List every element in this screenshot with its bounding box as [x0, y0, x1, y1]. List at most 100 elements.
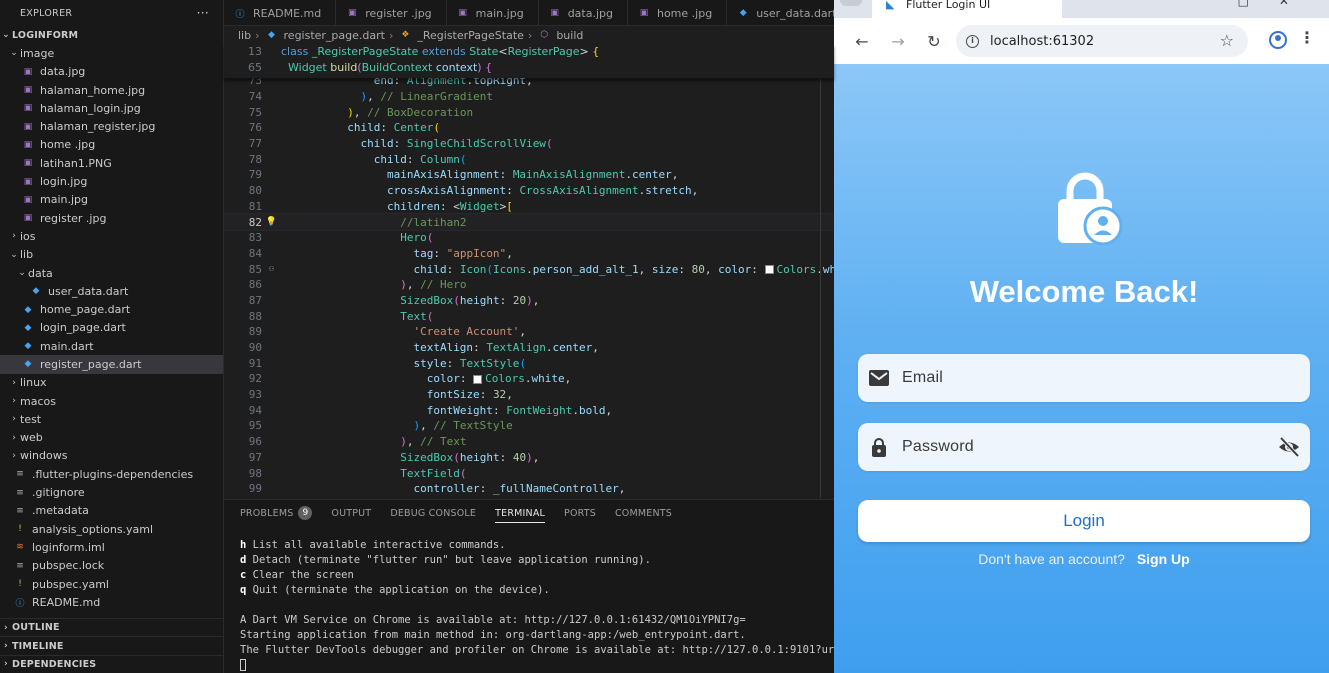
tree-item[interactable]: ▣ halaman_home.jpg: [0, 81, 223, 99]
breadcrumb-method[interactable]: build: [556, 29, 583, 42]
tab-ports[interactable]: PORTS: [564, 500, 596, 526]
breadcrumb-lib[interactable]: lib: [238, 29, 251, 42]
tree-item-label: README.md: [32, 595, 101, 609]
code-line: 87 SizedBox(height: 20),: [224, 293, 834, 309]
login-button[interactable]: Login: [858, 500, 1310, 542]
tree-item[interactable]: ▣ data.jpg: [0, 63, 223, 81]
terminal-prompt[interactable]: [240, 658, 834, 673]
site-info-icon[interactable]: i: [966, 34, 979, 48]
tree-item-label: user_data.dart: [48, 284, 129, 298]
profile-icon[interactable]: [1269, 31, 1287, 49]
tree-item-label: pubspec.yaml: [32, 577, 109, 591]
browser-tab[interactable]: ◣ Flutter Login UI: [872, 0, 1062, 18]
user-icon[interactable]: ⚇: [262, 264, 281, 274]
tree-item-label: home_page.dart: [40, 303, 131, 317]
bookmark-star-icon[interactable]: ☆: [1220, 31, 1234, 50]
tree-item[interactable]: ◆ register_page.dart: [0, 355, 223, 374]
tab-terminal[interactable]: TERMINAL: [495, 500, 545, 526]
terminal-line: The Flutter DevTools debugger and profil…: [240, 643, 866, 658]
tab-problems[interactable]: PROBLEMS 9: [240, 500, 313, 526]
editor-tab[interactable]: ▣ home .jpg: [628, 0, 728, 25]
editor-tab[interactable]: ▣ data.jpg: [539, 0, 628, 25]
tree-item[interactable]: ! analysis_options.yaml: [0, 520, 223, 538]
tree-item[interactable]: ◆ home_page.dart: [0, 300, 223, 318]
code-line: 84 tag: "appIcon",: [224, 246, 834, 262]
tree-item-label: linux: [20, 376, 47, 390]
visibility-off-icon[interactable]: [1278, 436, 1300, 458]
sidebar-sections: › OUTLINE › TIMELINE › DEPENDENCIES: [0, 618, 223, 673]
tree-item[interactable]: › linux: [0, 374, 223, 392]
editor-tab[interactable]: ⓘ README.md: [224, 0, 337, 25]
code-line: 75 ), // BoxDecoration: [224, 104, 834, 120]
image-file-icon: ▣: [23, 85, 33, 96]
password-label: Password: [902, 438, 974, 455]
line-number: 96: [248, 435, 262, 449]
tree-item[interactable]: › test: [0, 410, 223, 428]
tab-output[interactable]: OUTPUT: [331, 500, 371, 526]
address-bar[interactable]: i localhost:61302 ☆: [956, 25, 1248, 57]
editor-tab[interactable]: ▣ register .jpg: [336, 0, 447, 25]
editor-tab[interactable]: ◆ user_data.dart: [727, 0, 834, 25]
tree-item[interactable]: ▣ register .jpg: [0, 209, 223, 227]
line-number: 88: [248, 309, 262, 323]
tree-item[interactable]: ≡ pubspec.lock: [0, 557, 223, 575]
tree-item[interactable]: ≡ .metadata: [0, 502, 223, 520]
section-timeline[interactable]: › TIMELINE: [0, 636, 223, 654]
tree-item[interactable]: › web: [0, 429, 223, 447]
terminal-output[interactable]: h List all available interactive command…: [224, 526, 866, 673]
reload-icon[interactable]: ↻: [916, 32, 952, 51]
tree-item[interactable]: ▣ home .jpg: [0, 136, 223, 154]
tree-item[interactable]: › ios: [0, 227, 223, 245]
tree-item[interactable]: › windows: [0, 447, 223, 465]
tree-item[interactable]: ⌄ image: [0, 44, 223, 62]
back-icon[interactable]: ←: [844, 32, 880, 51]
terminal-line: q Quit (terminate the application on the…: [240, 583, 834, 598]
section-outline[interactable]: › OUTLINE: [0, 618, 223, 636]
editor-tab-label: data.jpg: [567, 6, 613, 20]
tree-item[interactable]: ▣ halaman_register.jpg: [0, 117, 223, 135]
tree-item[interactable]: ≋ loginform.iml: [0, 538, 223, 556]
tab-debug-console[interactable]: DEBUG CONSOLE: [390, 500, 476, 526]
breadcrumb-file[interactable]: register_page.dart: [284, 29, 385, 42]
browser-toolbar: ← → ↻ i localhost:61302 ☆ ⋮: [834, 18, 1329, 64]
code-line: 93 fontSize: 32,: [224, 387, 834, 403]
code-editor[interactable]: 73 end: Alignment.topRight, 74 ), // Line…: [224, 44, 834, 499]
tree-item[interactable]: ▣ main.jpg: [0, 191, 223, 209]
lightbulb-icon[interactable]: 💡: [262, 217, 281, 227]
code-line: 94 fontWeight: FontWeight.bold,: [224, 402, 834, 418]
chevron-right-icon: ›: [527, 28, 533, 42]
tree-item[interactable]: ▣ login.jpg: [0, 172, 223, 190]
password-field[interactable]: Password: [858, 423, 1310, 471]
image-file-icon: ▣: [23, 139, 33, 150]
breadcrumb-class[interactable]: _RegisterPageState: [417, 29, 524, 42]
tree-item[interactable]: ! pubspec.yaml: [0, 575, 223, 593]
project-root[interactable]: ⌄ LOGINFORM: [0, 26, 223, 44]
line-number: 78: [248, 152, 262, 166]
tree-item[interactable]: ◆ main.dart: [0, 337, 223, 355]
tree-item[interactable]: ⌄ data: [0, 264, 223, 282]
more-actions-icon[interactable]: ···: [197, 6, 209, 20]
email-field[interactable]: Email: [858, 354, 1310, 402]
tab-comments[interactable]: COMMENTS: [615, 500, 672, 526]
tab-label: TERMINAL: [495, 507, 546, 519]
code-text: Hero(: [400, 231, 434, 245]
tree-item[interactable]: ⓘ README.md: [0, 593, 223, 611]
code-line: 79 mainAxisAlignment: MainAxisAlignment.…: [224, 167, 834, 183]
section-dependencies[interactable]: › DEPENDENCIES: [0, 654, 223, 673]
tree-item[interactable]: ≡ .flutter-plugins-dependencies: [0, 465, 223, 483]
editor-tab[interactable]: ▣ main.jpg: [447, 0, 539, 25]
tab-search-button[interactable]: [840, 0, 862, 6]
tree-item[interactable]: ▣ halaman_login.jpg: [0, 99, 223, 117]
tree-item[interactable]: › macos: [0, 392, 223, 410]
kebab-menu-icon[interactable]: ⋮: [1299, 30, 1315, 46]
tree-item[interactable]: ⌄ lib: [0, 246, 223, 264]
tree-item[interactable]: ▣ latihan1.PNG: [0, 154, 223, 172]
section-label: OUTLINE: [12, 622, 60, 634]
forward-icon[interactable]: →: [880, 32, 916, 51]
tree-item[interactable]: ◆ user_data.dart: [0, 282, 223, 300]
tree-item[interactable]: ◆ login_page.dart: [0, 319, 223, 337]
signup-link[interactable]: Sign Up: [1137, 551, 1190, 567]
tree-item-label: register .jpg: [40, 211, 107, 225]
window-controls[interactable]: □✕: [1238, 0, 1319, 8]
tree-item[interactable]: ≡ .gitignore: [0, 483, 223, 501]
